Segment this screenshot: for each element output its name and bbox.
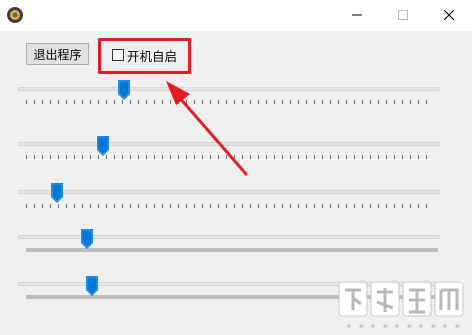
watermark-logo-icon bbox=[338, 281, 464, 328]
app-window: 退出程序 开机自启 bbox=[0, 0, 472, 335]
